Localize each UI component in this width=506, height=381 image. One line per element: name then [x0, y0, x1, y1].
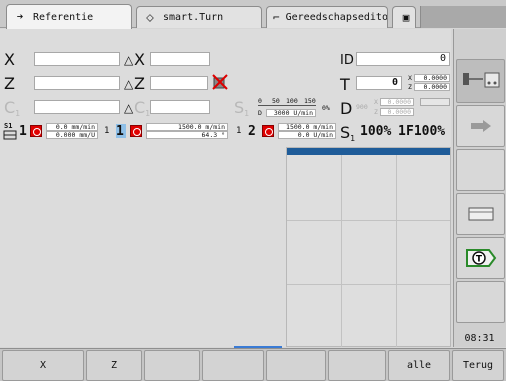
id-field[interactable]: 0	[356, 52, 450, 66]
arrow-right-icon	[470, 120, 491, 132]
tab-save[interactable]: ▣	[392, 6, 416, 28]
machine-view-button[interactable]	[456, 59, 505, 103]
tab-label: Referentie	[33, 11, 94, 23]
dz-small-value: 0.0000	[380, 108, 414, 116]
tab-referentie[interactable]: ➔ Referentie	[6, 4, 132, 29]
tab-label: Gereedschapseditor	[285, 12, 388, 23]
horizontal-softkey-bar: X Z alle Terug	[0, 348, 506, 381]
s-override: 100%	[360, 124, 392, 139]
z-label: Z	[4, 74, 15, 93]
tx-value: 0.0000	[414, 74, 450, 82]
softkey-6[interactable]	[328, 350, 386, 381]
softkey-z[interactable]: Z	[86, 350, 142, 381]
tool-list-icon	[468, 207, 493, 221]
spindle-stop-icon	[130, 125, 142, 137]
tab-bar-filler	[420, 6, 506, 28]
unit3-feed: 1500.0 m/min	[278, 123, 336, 131]
delta-icon: △	[124, 101, 134, 115]
tab-smart-turn[interactable]: ⬦ smart.Turn	[136, 6, 262, 28]
speed-value: 3000 U/min	[266, 109, 316, 117]
softkey-empty[interactable]	[456, 281, 505, 323]
tab-gereedschapseditor[interactable]: ⌐ Gereedschapseditor	[266, 6, 388, 28]
spindle-stop-icon	[30, 125, 42, 137]
f-override: F100%	[406, 124, 446, 139]
unit2-prefix: 1	[104, 126, 110, 136]
d-percent: 0%	[322, 104, 330, 112]
d-label: D	[340, 99, 353, 118]
x-label: X	[4, 50, 15, 69]
s-label: S1	[234, 98, 250, 119]
dc-label: C1	[134, 98, 151, 119]
t-field[interactable]: 0	[356, 76, 402, 90]
softkey-page-indicator	[234, 346, 282, 348]
dx-field[interactable]	[150, 52, 210, 66]
tool-t-icon: T	[465, 249, 496, 267]
softkey-4[interactable]	[202, 350, 264, 381]
s1-label: S1	[340, 123, 356, 144]
tz-label: Z	[408, 83, 412, 91]
no-axis-icon	[212, 74, 228, 90]
clock: 08:31	[464, 333, 495, 344]
dz-field[interactable]	[150, 76, 208, 90]
dc-field[interactable]	[150, 100, 210, 114]
svg-text:T: T	[475, 255, 482, 265]
arrow-softkey[interactable]	[456, 105, 505, 147]
unit3-prefix: 1	[236, 126, 242, 136]
softkey-terug[interactable]: Terug	[452, 350, 504, 381]
unit1-feed2: 0.000 mm/U	[46, 131, 98, 139]
unit3-number: 2	[248, 124, 256, 139]
softkey-3[interactable]	[144, 350, 200, 381]
d-indicator	[420, 98, 450, 106]
softkey-empty[interactable]	[456, 149, 505, 191]
arrow-right-icon: ➔	[16, 10, 24, 23]
save-icon: ▣	[402, 10, 410, 24]
tz-value: 0.0000	[414, 83, 450, 91]
tool-label: S1	[4, 122, 13, 130]
dz-label: Z	[134, 74, 145, 93]
dx-label: X	[134, 50, 145, 69]
vertical-softkey-bar: T	[453, 29, 506, 347]
tx-label: X	[408, 74, 412, 82]
tool-holder-icon	[3, 130, 17, 140]
graphic-title-bar	[287, 148, 450, 155]
tab-bar: ➔ Referentie ⬦ smart.Turn ⌐ Gereedschaps…	[0, 0, 506, 29]
softkey-alle[interactable]: alle	[388, 350, 450, 381]
x-field[interactable]	[34, 52, 120, 66]
dx-small-value: 0.0000	[380, 98, 414, 106]
unit2-feed: 1500.0 m/min	[146, 123, 228, 131]
f-prefix: 1	[398, 124, 406, 139]
unit2-number: 1	[116, 124, 124, 139]
speed-scale: 0 50 100 150	[258, 97, 316, 106]
dx-small-label: X	[374, 98, 378, 106]
graphic-window	[286, 147, 451, 347]
spindle-stop-icon	[262, 125, 274, 137]
tool-list-button[interactable]	[456, 193, 505, 235]
dz-small-label: Z	[374, 108, 378, 116]
unit3-speed: 0.0 U/min	[278, 131, 336, 139]
c-label: C1	[4, 98, 21, 119]
tool-holder-icon: ⌐	[273, 10, 280, 24]
machine-axes-icon	[462, 72, 499, 88]
tool-select-button[interactable]: T	[456, 237, 505, 279]
softkey-x[interactable]: X	[2, 350, 84, 381]
softkey-5[interactable]	[266, 350, 326, 381]
delta-icon: △	[124, 53, 134, 67]
delta-icon: △	[124, 77, 134, 91]
id-label: ID	[340, 53, 354, 68]
unit1-feed: 0.0 mm/min	[46, 123, 98, 131]
unit1-number: 1	[19, 124, 27, 139]
speed-prefix: D	[258, 109, 262, 117]
unit2-angle: 64.3 °	[146, 131, 228, 139]
grid-line	[287, 220, 450, 221]
grid-line	[396, 155, 397, 347]
diamond-arrow-icon: ⬦	[146, 10, 154, 24]
c-field[interactable]	[34, 100, 120, 114]
t-label: T	[340, 75, 350, 94]
grid-line	[341, 155, 342, 347]
tab-label: smart.Turn	[163, 12, 224, 23]
grid-line	[287, 284, 450, 285]
d-small: 900	[356, 103, 368, 111]
z-field[interactable]	[34, 76, 120, 90]
